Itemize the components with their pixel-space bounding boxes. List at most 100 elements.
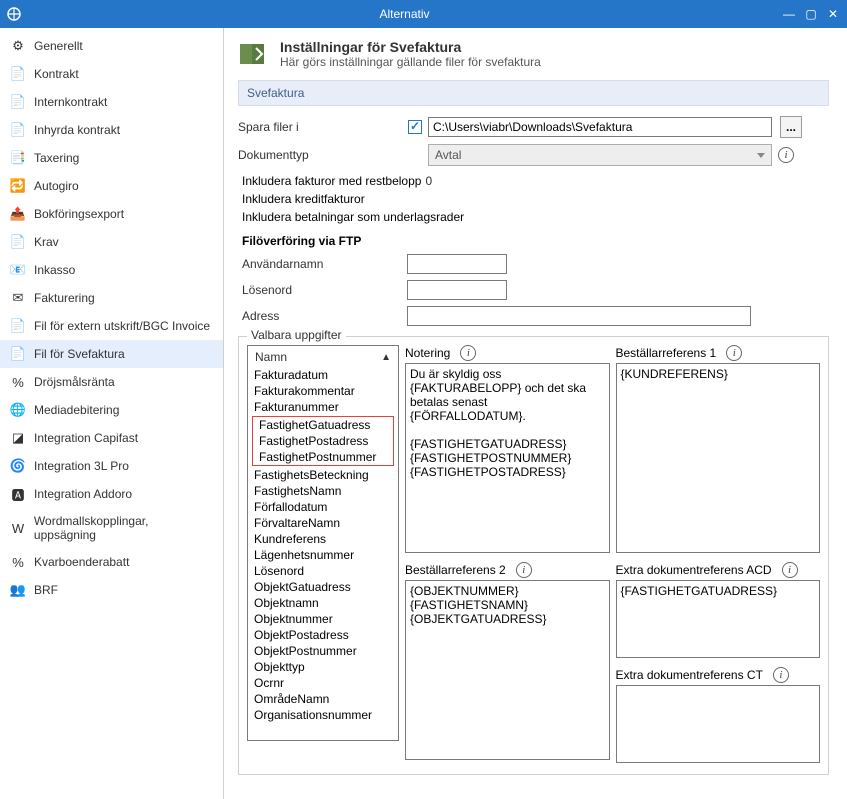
page-subtitle: Här görs inställningar gällande filer fö…	[280, 55, 541, 69]
list-item[interactable]: ObjektPostnummer	[248, 643, 398, 659]
ftp-user-input[interactable]	[407, 254, 507, 274]
sidebar-item[interactable]: 📄Krav	[0, 228, 223, 256]
sidebar-item[interactable]: 📤Bokföringsexport	[0, 200, 223, 228]
info-icon[interactable]: i	[460, 345, 476, 361]
sidebar-item[interactable]: 📧Inkasso	[0, 256, 223, 284]
sidebar-item[interactable]: 📄Inhyrda kontrakt	[0, 116, 223, 144]
chk-restbelopp-label: Inkludera fakturor med restbelopp	[242, 174, 421, 188]
ftp-adr-input[interactable]	[407, 306, 751, 326]
sidebar-item[interactable]: 📄Kontrakt	[0, 60, 223, 88]
sidebar-item[interactable]: 🌀 Integration 3L Pro	[0, 452, 223, 480]
list-item[interactable]: FastighetsNamn	[248, 483, 398, 499]
sidebar-item-label: Integration 3L Pro	[34, 459, 129, 473]
bref2-textarea[interactable]	[405, 580, 610, 760]
sidebar-item[interactable]: ✉Fakturering	[0, 284, 223, 312]
list-item[interactable]: ObjektPostadress	[248, 627, 398, 643]
sidebar-item-label: Kvarboenderabatt	[34, 555, 129, 569]
valbara-legend: Valbara uppgifter	[247, 328, 346, 342]
sort-arrow-icon: ▲	[381, 352, 391, 363]
page-title: Inställningar för Svefaktura	[280, 39, 541, 55]
sidebar-item[interactable]: 🌐Mediadebitering	[0, 396, 223, 424]
list-item[interactable]: FastighetPostnummer	[253, 449, 393, 465]
spara-path-input[interactable]	[428, 117, 772, 137]
info-icon[interactable]: i	[516, 562, 532, 578]
sidebar-item-icon: 🌀	[10, 458, 26, 474]
chk-betal-label: Inkludera betalningar som underlagsrader	[242, 210, 464, 224]
sidebar-item-label: Internkontrakt	[34, 95, 107, 109]
spara-checkbox[interactable]	[408, 120, 422, 134]
sidebar-item[interactable]: W Wordmallskopplingar, uppsägning	[0, 508, 223, 548]
list-item[interactable]: Fakturakommentar	[248, 383, 398, 399]
list-item[interactable]: Objektnamn	[248, 595, 398, 611]
sidebar-item[interactable]: 👥BRF	[0, 576, 223, 604]
dokumenttyp-label: Dokumenttyp	[238, 148, 408, 162]
list-item[interactable]: OmrådeNamn	[248, 691, 398, 707]
list-item[interactable]: Lägenhetsnummer	[248, 547, 398, 563]
window-title: Alternativ	[28, 7, 781, 21]
sidebar-item[interactable]: % Dröjsmålsränta	[0, 368, 223, 396]
extra-acd-textarea[interactable]	[616, 580, 821, 658]
page-header-icon	[238, 38, 270, 70]
valbara-listbox[interactable]: Namn ▲ FakturadatumFakturakommentarFaktu…	[247, 345, 399, 741]
list-item[interactable]: ObjektGatuadress	[248, 579, 398, 595]
list-item[interactable]: FastighetGatuadress	[253, 417, 393, 433]
list-item[interactable]: FörvaltareNamn	[248, 515, 398, 531]
list-item[interactable]: Lösenord	[248, 563, 398, 579]
sidebar-item[interactable]: %Kvarboenderabatt	[0, 548, 223, 576]
sidebar-item-label: Integration Capifast	[34, 431, 138, 445]
sidebar-item-icon: W	[10, 520, 26, 536]
list-item[interactable]: Ocrnr	[248, 675, 398, 691]
chk-restbelopp-value: 0	[425, 174, 432, 188]
sidebar-item-icon: 📄	[10, 318, 26, 334]
bref1-textarea[interactable]	[616, 363, 821, 553]
sidebar-item-icon: 📄	[10, 346, 26, 362]
sidebar-item-icon: ◪	[10, 430, 26, 446]
extra-ct-textarea[interactable]	[616, 685, 821, 763]
spara-label: Spara filer i	[238, 120, 408, 134]
sidebar-item-label: Integration Addoro	[34, 487, 132, 501]
sidebar-item-icon: 🅰	[10, 486, 26, 502]
sidebar-item[interactable]: 🔁Autogiro	[0, 172, 223, 200]
dokumenttyp-combo[interactable]: Avtal	[428, 144, 772, 166]
info-icon[interactable]: i	[778, 147, 794, 163]
ftp-pwd-input[interactable]	[407, 280, 507, 300]
list-item[interactable]: FastighetsBeteckning	[248, 467, 398, 483]
list-item[interactable]: Förfallodatum	[248, 499, 398, 515]
sidebar-item-icon: 📄	[10, 234, 26, 250]
list-item[interactable]: Objektnummer	[248, 611, 398, 627]
sidebar-item[interactable]: ◪ Integration Capifast	[0, 424, 223, 452]
bref1-label: Beställarreferens 1	[616, 346, 717, 360]
list-item[interactable]: FastighetPostadress	[253, 433, 393, 449]
ftp-adr-label: Adress	[242, 309, 407, 323]
close-button[interactable]: ✕	[825, 7, 841, 21]
maximize-button[interactable]: ▢	[803, 7, 819, 21]
sidebar-item-label: Wordmallskopplingar, uppsägning	[34, 514, 213, 542]
minimize-button[interactable]: —	[781, 7, 797, 21]
sidebar-item[interactable]: ⚙Generellt	[0, 32, 223, 60]
extra-ct-label: Extra dokumentreferens CT	[616, 668, 763, 682]
notering-textarea[interactable]	[405, 363, 610, 553]
sidebar-item-icon: ✉	[10, 290, 26, 306]
browse-button[interactable]: ...	[780, 116, 802, 138]
sidebar-item[interactable]: 📄Fil för Svefaktura	[0, 340, 223, 368]
listbox-header[interactable]: Namn ▲	[248, 347, 398, 367]
list-item[interactable]: Fakturanummer	[248, 399, 398, 415]
sidebar-item-label: Mediadebitering	[34, 403, 119, 417]
extra-acd-label: Extra dokumentreferens ACD	[616, 563, 772, 577]
info-icon[interactable]: i	[782, 562, 798, 578]
list-item[interactable]: Objekttyp	[248, 659, 398, 675]
sidebar-item[interactable]: 🅰 Integration Addoro	[0, 480, 223, 508]
sidebar-item-icon: %	[10, 374, 26, 390]
list-item[interactable]: Organisationsnummer	[248, 707, 398, 723]
sidebar-item-icon: 👥	[10, 582, 26, 598]
sidebar-item[interactable]: 📄Fil för extern utskrift/BGC Invoice	[0, 312, 223, 340]
sidebar-item-icon: ⚙	[10, 38, 26, 54]
list-item[interactable]: Fakturadatum	[248, 367, 398, 383]
sidebar-item[interactable]: 📑Taxering	[0, 144, 223, 172]
info-icon[interactable]: i	[773, 667, 789, 683]
sidebar-item-label: Dröjsmålsränta	[34, 375, 115, 389]
info-icon[interactable]: i	[726, 345, 742, 361]
notering-label: Notering	[405, 346, 450, 360]
list-item[interactable]: Kundreferens	[248, 531, 398, 547]
sidebar-item[interactable]: 📄Internkontrakt	[0, 88, 223, 116]
